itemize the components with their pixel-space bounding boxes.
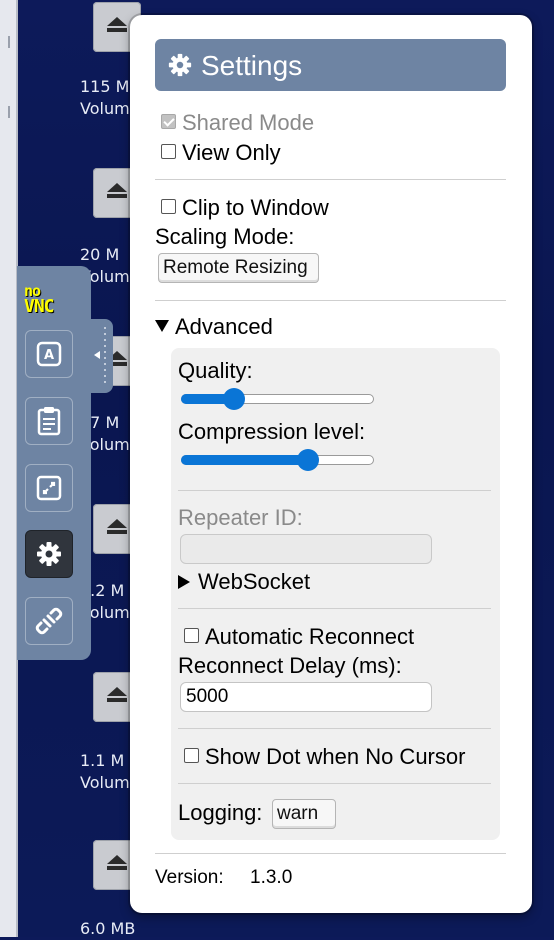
view-only-checkbox[interactable] <box>161 144 176 159</box>
websocket-toggle[interactable]: WebSocket <box>178 569 310 595</box>
grip-dots <box>104 325 106 387</box>
keyboard-key-icon: A <box>36 341 62 367</box>
clipboard-button[interactable] <box>25 397 73 445</box>
quality-label: Quality: <box>178 358 253 383</box>
shared-mode-option: Shared Mode <box>161 110 314 136</box>
reconnect-delay-label: Reconnect Delay (ms): <box>178 653 402 678</box>
eject-icon <box>107 519 127 534</box>
divider <box>178 783 491 784</box>
edge-mark <box>8 36 10 48</box>
shared-mode-checkbox <box>161 114 176 129</box>
extra-keys-button[interactable]: A <box>25 330 73 378</box>
drive-label: 1.1 M Volum <box>80 751 130 792</box>
version-label: Version: <box>155 867 224 888</box>
advanced-section: Quality: Compression level: Repeater ID:… <box>171 348 500 840</box>
drive-label: 115 M Volum <box>80 77 130 118</box>
eject-icon <box>107 687 127 702</box>
scaling-mode-select[interactable]: Remote Resizing <box>158 253 319 283</box>
edge-mark <box>8 106 10 118</box>
auto-reconnect-option[interactable]: Automatic Reconnect <box>184 624 414 650</box>
view-only-label: View Only <box>182 140 281 165</box>
clip-to-window-checkbox[interactable] <box>161 199 176 214</box>
version-value: 1.3.0 <box>250 867 293 888</box>
clipboard-icon <box>37 407 61 436</box>
control-bar: no VNC A <box>17 266 91 660</box>
gear-icon <box>37 542 61 566</box>
settings-title: Settings <box>201 50 303 81</box>
shared-mode-label: Shared Mode <box>182 110 315 135</box>
control-bar-handle[interactable] <box>91 319 113 393</box>
scaling-mode-label: Scaling Mode: <box>155 224 295 249</box>
expand-arrow-icon <box>155 320 169 332</box>
disconnect-button[interactable] <box>25 597 73 645</box>
logging-select[interactable]: warn <box>272 799 336 829</box>
svg-text:A: A <box>44 348 54 363</box>
auto-reconnect-label: Automatic Reconnect <box>205 624 415 649</box>
eject-icon <box>107 17 127 32</box>
divider <box>178 608 491 609</box>
collapsed-arrow-icon <box>178 575 190 589</box>
collapse-arrow-icon <box>94 351 100 359</box>
show-dot-option[interactable]: Show Dot when No Cursor <box>184 744 465 770</box>
reconnect-delay-input[interactable]: 5000 <box>180 682 432 712</box>
novnc-logo: no VNC <box>24 282 80 318</box>
window-edge <box>0 0 18 937</box>
clip-to-window-option[interactable]: Clip to Window <box>161 195 329 221</box>
settings-header: Settings <box>155 39 506 91</box>
settings-button[interactable] <box>25 530 73 578</box>
eject-icon <box>107 183 127 198</box>
advanced-label: Advanced <box>175 314 273 339</box>
auto-reconnect-checkbox[interactable] <box>184 628 199 643</box>
divider <box>155 179 506 180</box>
repeater-id-label: Repeater ID: <box>178 505 303 530</box>
divider <box>155 300 506 301</box>
repeater-id-input[interactable] <box>180 534 432 564</box>
compression-label: Compression level: <box>178 419 366 444</box>
divider <box>155 853 506 854</box>
logging-label: Logging: <box>178 800 263 825</box>
eject-icon <box>107 855 127 870</box>
clip-to-window-label: Clip to Window <box>182 195 329 220</box>
websocket-label: WebSocket <box>198 569 311 594</box>
fullscreen-button[interactable] <box>25 464 73 512</box>
show-dot-checkbox[interactable] <box>184 748 199 763</box>
gear-icon <box>168 53 192 77</box>
disconnect-icon <box>35 607 63 635</box>
settings-panel: Settings Shared Mode View Only Clip to W… <box>130 15 532 913</box>
divider <box>178 728 491 729</box>
view-only-option[interactable]: View Only <box>161 140 281 166</box>
compression-slider-fill <box>181 455 307 465</box>
fullscreen-icon <box>36 475 62 501</box>
advanced-toggle[interactable]: Advanced <box>155 314 273 340</box>
divider <box>178 490 491 491</box>
compression-slider[interactable] <box>181 449 374 471</box>
compression-slider-thumb[interactable] <box>297 449 319 471</box>
logo-vnc: VNC <box>24 296 54 317</box>
show-dot-label: Show Dot when No Cursor <box>205 744 466 769</box>
quality-slider-thumb[interactable] <box>223 388 245 410</box>
quality-slider[interactable] <box>181 388 374 410</box>
